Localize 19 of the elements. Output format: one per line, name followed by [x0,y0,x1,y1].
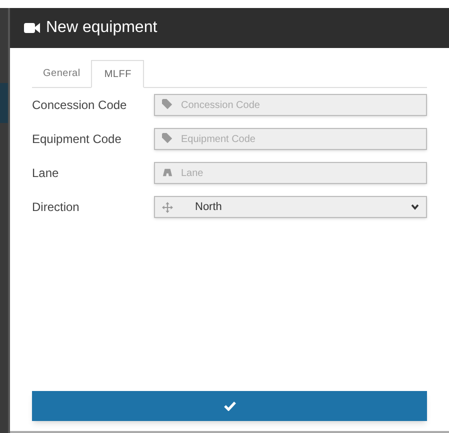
chevron-down-icon [411,204,419,210]
field-label: Concession Code [32,97,128,114]
tag-icon [162,133,173,144]
field-label: Equipment Code [32,131,122,148]
tab[interactable]: MLFF [91,60,144,88]
video-camera-icon [24,22,40,34]
checkmark-icon [224,401,236,411]
input-field[interactable]: Concession Code [154,94,427,116]
road-icon [162,167,173,178]
move-arrows-icon [162,202,173,212]
tag-icon [162,99,173,110]
field-label: Lane [32,165,60,182]
submit-button[interactable] [32,391,427,421]
input-field[interactable]: Lane [154,162,427,184]
input-field[interactable]: Equipment Code [154,128,427,150]
field-label: Direction [32,199,80,216]
dialog-title: New equipment [46,18,158,38]
direction-dropdown[interactable]: North [154,196,427,218]
tab[interactable]: General [32,59,92,87]
